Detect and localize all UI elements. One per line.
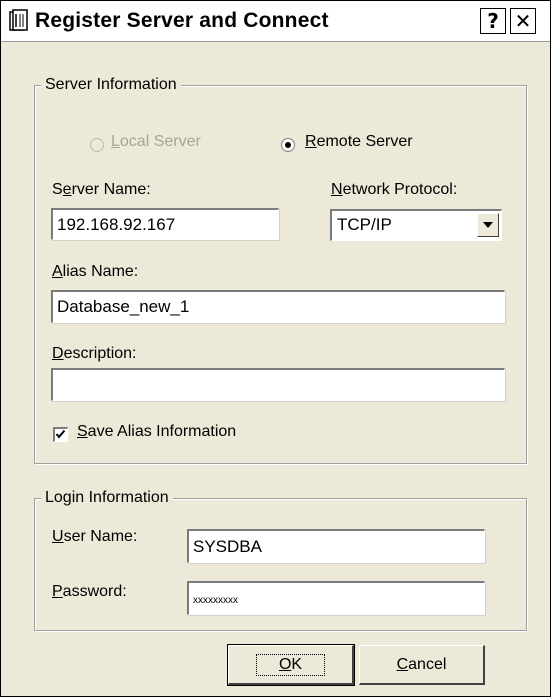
local-server-label: Local Server [111,133,201,150]
local-server-radio[interactable] [90,138,104,152]
description-label: Description: [52,345,137,362]
alias-name-input[interactable] [51,290,505,323]
cancel-button[interactable]: Cancel [359,645,485,685]
title-bar[interactable]: Register Server and Connect ? ✕ [1,1,550,42]
user-name-label: User Name: [52,528,138,545]
dropdown-arrow-button[interactable] [477,213,499,237]
help-icon: ? [487,9,499,33]
help-button[interactable]: ? [480,8,506,34]
login-information-legend: Login Information [41,489,173,507]
save-alias-checkbox[interactable] [53,427,68,442]
cancel-button-label: Cancel [396,655,447,673]
ok-button-label: OK [255,653,326,676]
checkmark-icon [55,429,66,439]
server-information-legend: Server Information [41,76,181,94]
window-title: Register Server and Connect [35,9,329,32]
server-name-label: Server Name: [52,181,151,198]
remote-server-radio[interactable] [281,138,295,152]
alias-name-label: Alias Name: [52,263,139,280]
radio-selected-dot [285,142,291,148]
server-name-input[interactable] [51,208,279,240]
remote-server-label: Remote Server [305,133,413,150]
close-icon: ✕ [514,9,532,33]
server-app-icon [9,9,28,31]
user-name-input[interactable] [187,529,485,563]
save-alias-label: Save Alias Information [77,423,237,440]
ok-button[interactable]: OK [227,644,355,686]
network-protocol-label: Network Protocol: [331,181,458,198]
description-input[interactable] [51,368,505,401]
chevron-down-icon [483,222,493,228]
password-input[interactable] [187,581,485,615]
close-button[interactable]: ✕ [510,8,536,34]
password-label: Password: [52,583,127,600]
register-server-dialog: Register Server and Connect ? ✕ Server I… [0,0,551,697]
network-protocol-value: TCP/IP [337,215,392,234]
network-protocol-select[interactable]: TCP/IP [330,209,502,241]
